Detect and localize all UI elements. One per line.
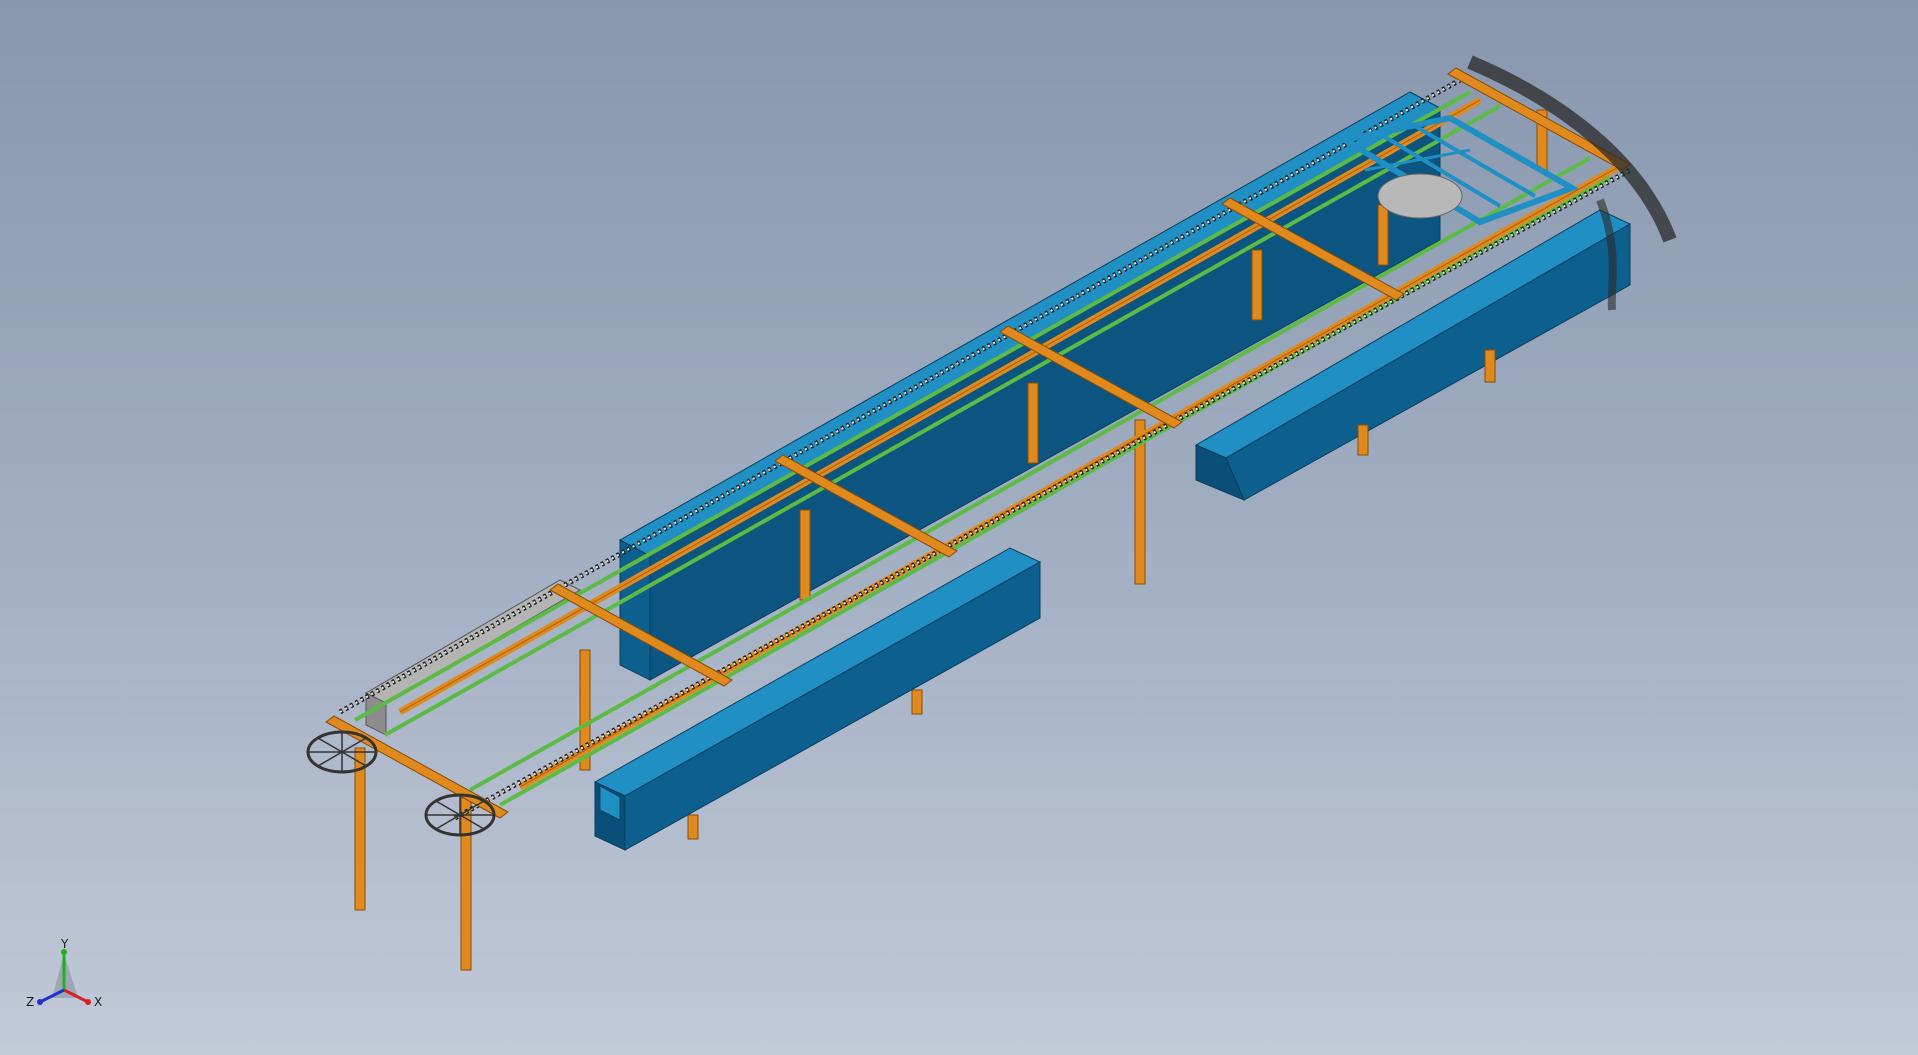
- sprocket-wheel-back: [306, 730, 378, 774]
- sprocket-wheel-front: [424, 793, 496, 837]
- 3d-viewport[interactable]: Y X Z: [0, 0, 1918, 1055]
- orientation-triad[interactable]: Y X Z: [22, 938, 106, 1018]
- conveyor-assembly-model[interactable]: [0, 0, 1918, 1055]
- round-plate: [1377, 173, 1463, 219]
- z-axis-label: Z: [26, 995, 34, 1009]
- y-axis-label: Y: [60, 938, 69, 951]
- grey-hopper: [364, 579, 582, 736]
- x-axis-label: X: [94, 995, 102, 1009]
